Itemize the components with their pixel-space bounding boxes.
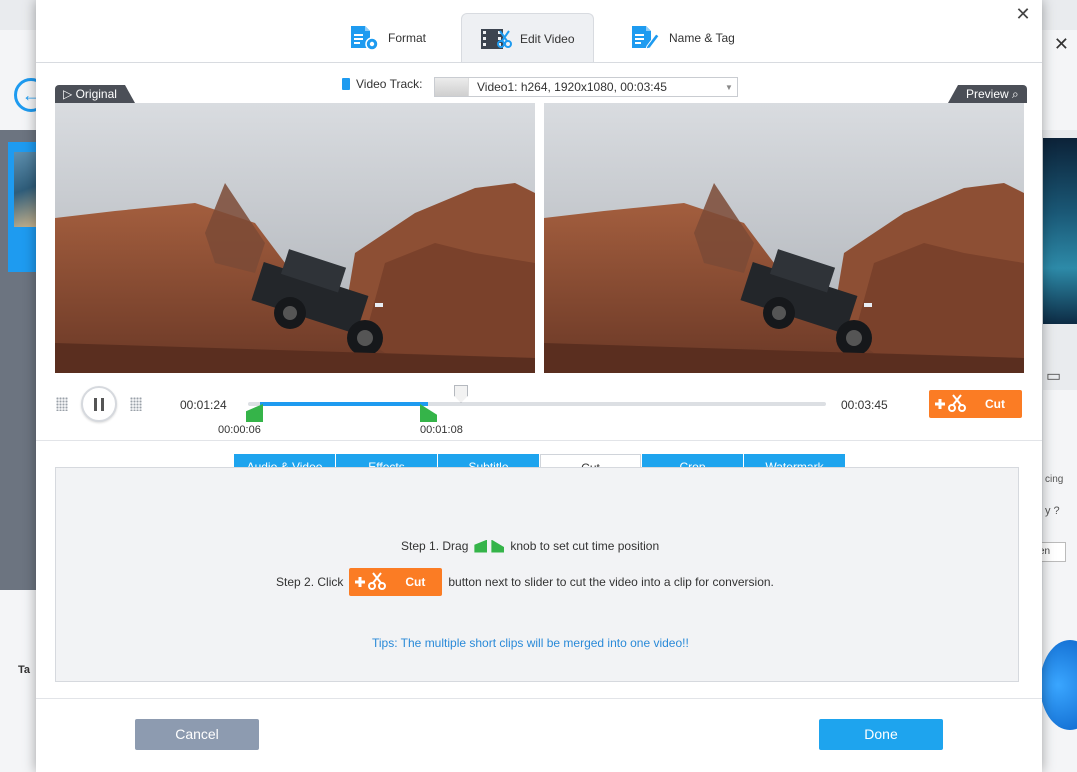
step-2-prefix: Step 2. Click: [276, 575, 344, 589]
edit-dialog: ✕ Format Edit Video Name & Tag Video Tra…: [36, 0, 1042, 772]
scissors-plus-icon: [355, 572, 387, 590]
total-time: 00:03:45: [841, 398, 888, 412]
divider: [36, 440, 1042, 441]
step-1-prefix: Step 1. Drag: [401, 539, 469, 553]
tab-name-tag-label: Name & Tag: [669, 31, 735, 45]
cut-end-knob[interactable]: [420, 404, 437, 422]
name-tag-icon: [632, 26, 660, 50]
playhead-handle[interactable]: [454, 385, 468, 403]
video-track-icon: [342, 78, 350, 90]
preview-pane-label[interactable]: Preview ⌕: [948, 85, 1027, 103]
step-1-instruction: Step 1. Drag knob to set cut time positi…: [401, 539, 659, 553]
grip-icon: [56, 397, 68, 411]
chevron-down-icon[interactable]: ▼: [721, 83, 737, 92]
end-knob-icon: [491, 539, 505, 553]
cancel-button[interactable]: Cancel: [135, 719, 259, 750]
original-pane-label: ▷ Original: [55, 85, 135, 103]
video-frame-image: [544, 103, 1024, 373]
cut-illustration-label: Cut: [405, 575, 426, 589]
cut-button-label: Cut: [985, 397, 1005, 411]
edit-video-icon: [481, 28, 512, 49]
done-button[interactable]: Done: [819, 719, 943, 750]
bg-bottom-label: Ta: [18, 664, 31, 676]
video-track-select[interactable]: Video1: h264, 1920x1080, 00:03:45 ▼: [434, 77, 738, 97]
step-2-instruction: Step 2. Click Cut button next to slider …: [276, 568, 774, 596]
current-time: 00:01:24: [180, 398, 227, 412]
cut-start-time: 00:00:06: [218, 424, 261, 436]
tab-name-tag[interactable]: Name & Tag: [611, 13, 753, 63]
preview-label-text: Preview: [966, 87, 1009, 101]
bg-right-text: cing: [1045, 474, 1064, 485]
cut-range-bar: [260, 402, 428, 406]
pause-button[interactable]: [81, 386, 117, 422]
video-track-label: Video Track:: [356, 77, 423, 91]
preview-video-frame: [544, 103, 1024, 373]
bg-preview-image: [1043, 138, 1077, 324]
video-track-label-group: Video Track:: [342, 77, 422, 91]
original-label-text: Original: [75, 87, 117, 101]
close-icon[interactable]: ✕: [1012, 4, 1034, 26]
cut-end-time: 00:01:08: [420, 424, 463, 436]
bg-right-help-text: y ?: [1045, 505, 1060, 517]
step-2-suffix: button next to slider to cut the video i…: [448, 575, 774, 589]
format-icon: [351, 26, 379, 51]
pause-icon: [94, 397, 97, 411]
bg-folder-icon[interactable]: ▭: [1046, 366, 1061, 386]
grip-icon: [130, 397, 142, 411]
cut-button[interactable]: Cut: [929, 390, 1022, 418]
step-1-suffix: knob to set cut time position: [510, 539, 660, 553]
divider: [36, 698, 1042, 699]
cut-button-illustration: Cut: [349, 568, 443, 596]
play-outline-icon: ▷: [63, 87, 73, 101]
original-video-frame: [55, 103, 535, 373]
tab-edit-video[interactable]: Edit Video: [461, 13, 594, 63]
tab-format[interactable]: Format: [330, 13, 444, 63]
scissors-plus-icon: [935, 394, 966, 412]
tab-format-label: Format: [388, 31, 427, 45]
tips-text: Tips: The multiple short clips will be m…: [372, 636, 689, 650]
magnifier-icon: ⌕: [1012, 87, 1019, 101]
video-frame-image: [55, 103, 535, 373]
start-knob-icon: [474, 539, 488, 553]
cut-start-knob[interactable]: [246, 404, 263, 422]
bg-close-icon[interactable]: ✕: [1054, 34, 1069, 55]
tab-edit-video-label: Edit Video: [520, 31, 575, 46]
video-track-value: Video1: h264, 1920x1080, 00:03:45: [477, 80, 667, 94]
video-track-thumbnail: [435, 78, 469, 96]
divider: [36, 62, 1042, 63]
bg-thumbnail-image: [14, 152, 36, 227]
